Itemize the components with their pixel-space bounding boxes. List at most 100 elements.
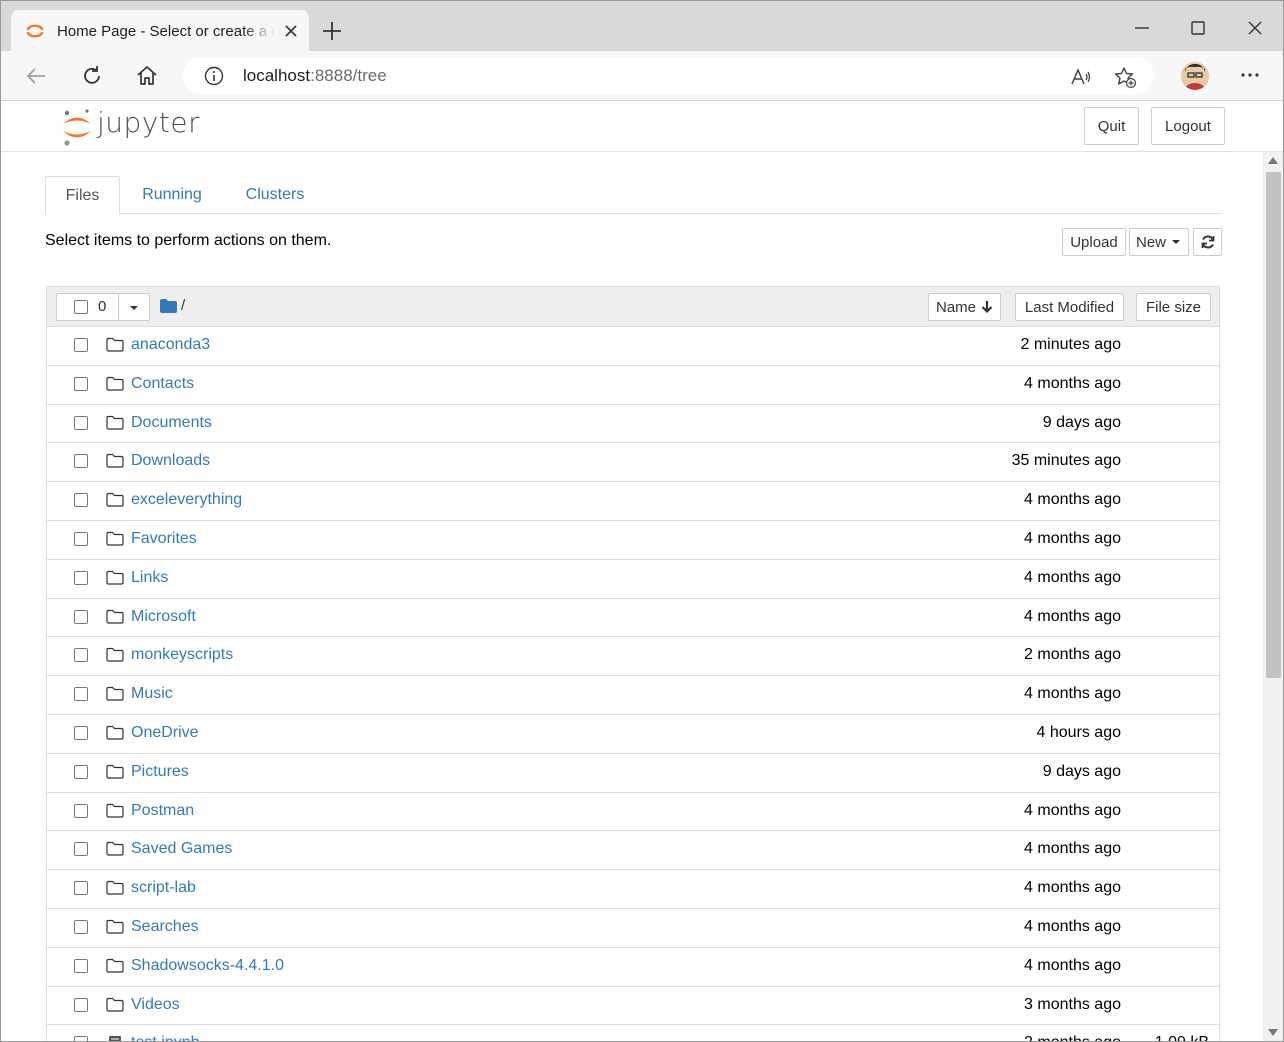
row-checkbox[interactable] [74, 997, 88, 1012]
breadcrumb-path[interactable]: / [181, 297, 185, 314]
file-row[interactable]: Searches 4 months ago [47, 908, 1219, 948]
logout-button[interactable]: Logout [1151, 107, 1225, 145]
row-checkbox[interactable] [74, 687, 88, 702]
scrollbar-thumb[interactable] [1266, 172, 1281, 678]
profile-avatar[interactable] [1181, 62, 1209, 90]
tab-clusters[interactable]: Clusters [232, 176, 318, 214]
file-name-link[interactable]: Postman [131, 802, 194, 820]
file-row[interactable]: Postman 4 months ago [47, 792, 1219, 832]
home-icon[interactable] [134, 63, 160, 89]
file-name-link[interactable]: Shadowsocks-4.4.1.0 [131, 957, 284, 975]
file-name-link[interactable]: exceleverything [131, 491, 242, 509]
row-checkbox[interactable] [74, 725, 88, 740]
new-dropdown-button[interactable]: New [1129, 228, 1189, 256]
row-checkbox[interactable] [74, 764, 88, 779]
folder-icon [106, 842, 124, 856]
file-row[interactable]: anaconda3 2 minutes ago [47, 327, 1219, 366]
refresh-button[interactable] [1193, 228, 1222, 256]
file-row[interactable]: Music 4 months ago [47, 676, 1219, 715]
file-row[interactable]: Microsoft 4 months ago [47, 598, 1219, 638]
file-name-link[interactable]: Favorites [131, 530, 197, 548]
row-checkbox[interactable] [74, 531, 88, 546]
close-tab-icon[interactable] [282, 22, 300, 40]
row-checkbox[interactable] [74, 803, 88, 818]
file-name-link[interactable]: test.ipynb [131, 1034, 199, 1041]
file-name-link[interactable]: Saved Games [131, 840, 232, 858]
file-name-link[interactable]: monkeyscripts [131, 646, 233, 664]
file-row[interactable]: Contacts 4 months ago [47, 365, 1219, 405]
file-row[interactable]: Favorites 4 months ago [47, 520, 1219, 560]
file-name-link[interactable]: Contacts [131, 375, 194, 393]
row-checkbox[interactable] [74, 493, 88, 508]
row-checkbox[interactable] [74, 415, 88, 430]
file-modified: 4 months ago [1024, 568, 1121, 586]
row-checkbox[interactable] [74, 338, 88, 352]
file-name-link[interactable]: Documents [131, 414, 212, 432]
file-name-link[interactable]: Videos [131, 996, 180, 1014]
file-name-link[interactable]: Downloads [131, 452, 210, 470]
row-checkbox[interactable] [74, 1036, 88, 1041]
file-row[interactable]: exceleverything 4 months ago [47, 482, 1219, 521]
tab-bar: Files Running Clusters [45, 176, 1222, 215]
sort-by-size-button[interactable]: File size [1136, 293, 1211, 321]
file-row[interactable]: monkeyscripts 2 months ago [47, 637, 1219, 677]
close-window-icon[interactable] [1242, 15, 1268, 41]
scroll-up-arrow-icon[interactable] [1268, 157, 1278, 164]
file-name-link[interactable]: anaconda3 [131, 336, 210, 354]
file-name-link[interactable]: Music [131, 685, 173, 703]
reload-icon[interactable] [79, 63, 105, 89]
maximize-icon[interactable] [1185, 15, 1211, 41]
row-checkbox[interactable] [74, 842, 88, 857]
sort-by-modified-button[interactable]: Last Modified [1015, 293, 1124, 321]
file-name-link[interactable]: script-lab [131, 879, 196, 897]
file-modified: 2 minutes ago [1020, 336, 1121, 353]
back-arrow-icon[interactable] [23, 63, 49, 89]
tab-running[interactable]: Running [127, 176, 217, 214]
row-checkbox[interactable] [74, 881, 88, 896]
file-name-link[interactable]: Searches [131, 918, 199, 936]
browser-tab[interactable]: Home Page - Select or create a notebook [11, 10, 309, 52]
row-checkbox[interactable] [74, 454, 88, 469]
row-checkbox[interactable] [74, 958, 88, 973]
jupyter-wordmark[interactable]: jupyter [97, 106, 200, 139]
row-checkbox[interactable] [74, 609, 88, 624]
select-all-checkbox[interactable] [74, 300, 88, 314]
file-row[interactable]: Videos 3 months ago [47, 986, 1219, 1026]
more-options-icon[interactable] [1237, 62, 1263, 88]
row-checkbox[interactable] [74, 376, 88, 391]
file-name-link[interactable]: Microsoft [131, 608, 196, 626]
file-row[interactable]: Documents 9 days ago [47, 404, 1219, 444]
jupyter-logo-icon[interactable] [59, 107, 97, 147]
file-name-link[interactable]: Links [131, 569, 168, 587]
file-row[interactable]: OneDrive 4 hours ago [47, 714, 1219, 754]
file-name-link[interactable]: Pictures [131, 763, 189, 781]
tab-files[interactable]: Files [45, 176, 120, 215]
site-info-icon[interactable] [203, 65, 225, 87]
address-bar[interactable]: localhost:8888/tree [183, 57, 1154, 94]
row-checkbox[interactable] [74, 570, 88, 585]
vertical-scrollbar[interactable] [1263, 152, 1283, 1041]
select-all-dropdown[interactable]: 0 [56, 293, 150, 321]
file-row[interactable]: script-lab 4 months ago [47, 870, 1219, 909]
row-checkbox[interactable] [74, 648, 88, 663]
add-favorite-icon[interactable] [1113, 65, 1137, 89]
read-aloud-icon[interactable] [1069, 65, 1093, 89]
new-tab-icon[interactable] [319, 18, 345, 44]
file-row[interactable]: Links 4 months ago [47, 559, 1219, 599]
file-name-link[interactable]: OneDrive [131, 724, 199, 742]
file-row[interactable]: Downloads 35 minutes ago [47, 443, 1219, 483]
file-row[interactable]: Shadowsocks-4.4.1.0 4 months ago [47, 947, 1219, 987]
scroll-down-arrow-icon[interactable] [1268, 1029, 1278, 1036]
row-checkbox[interactable] [74, 919, 88, 934]
caret-down-icon[interactable] [128, 304, 140, 312]
file-row[interactable]: Pictures 9 days ago [47, 753, 1219, 793]
file-modified: 4 months ago [1024, 801, 1121, 819]
sort-by-name-button[interactable]: Name [928, 293, 1001, 321]
file-row[interactable]: test.ipynb 2 months ago 1.09 kB [47, 1025, 1219, 1041]
upload-button[interactable]: Upload [1062, 228, 1126, 256]
url-text[interactable]: localhost:8888/tree [243, 66, 387, 86]
folder-open-icon[interactable] [160, 299, 177, 313]
minimize-icon[interactable] [1129, 15, 1155, 41]
file-row[interactable]: Saved Games 4 months ago [47, 831, 1219, 871]
quit-button[interactable]: Quit [1084, 107, 1139, 145]
